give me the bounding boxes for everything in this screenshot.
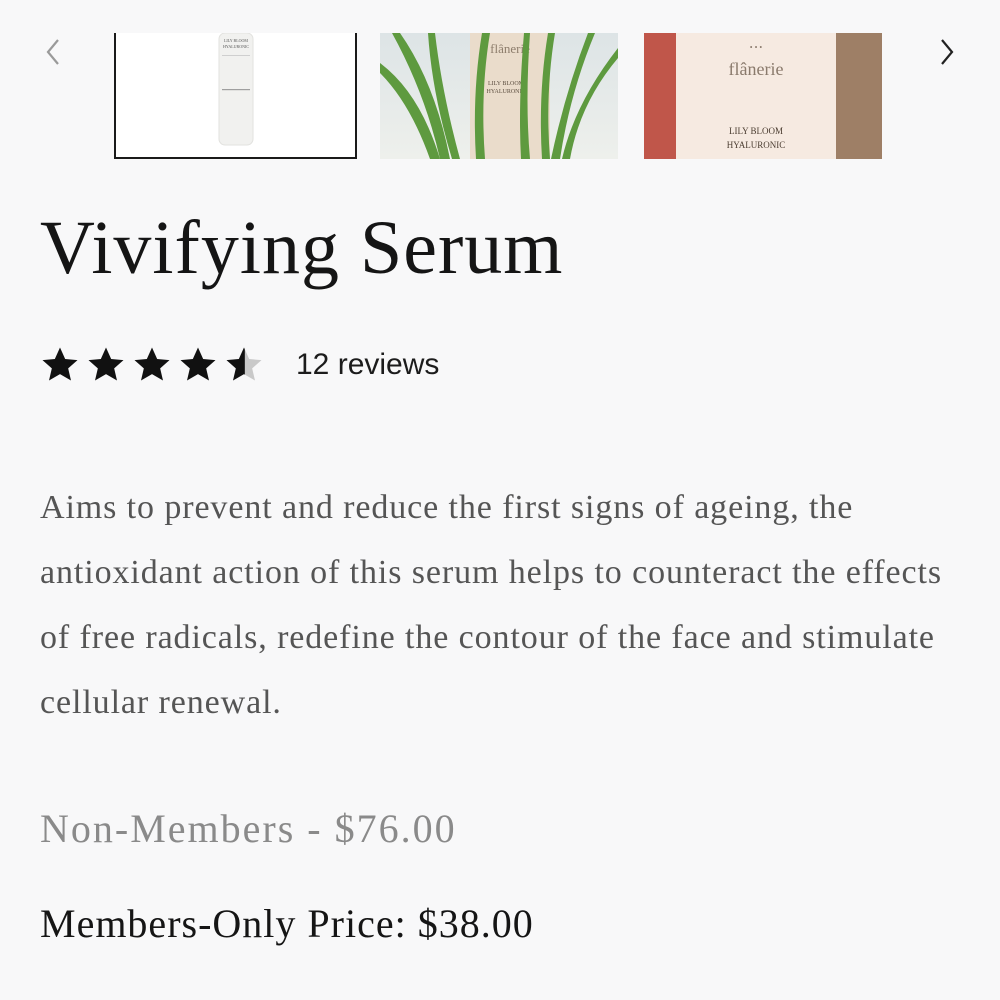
thumbnail-1[interactable]: LILY BLOOM HYALURONIC [114, 33, 357, 159]
carousel-prev-button[interactable] [38, 30, 68, 74]
thumbnail-3[interactable]: • • • flânerie LILY BLOOM HYALURONIC [644, 33, 882, 159]
thumb1-label-1: LILY BLOOM [224, 38, 248, 43]
thumb1-label-2: HYALURONIC [223, 44, 249, 49]
chevron-right-icon [941, 39, 954, 65]
product-title: Vivifying Serum [40, 206, 564, 290]
svg-text:• • •: • • • [750, 43, 763, 52]
price-non-members: Non-Members - $76.00 [40, 806, 457, 851]
carousel-next-button[interactable] [932, 30, 962, 74]
product-rating[interactable]: 12 reviews [40, 340, 439, 390]
chevron-left-icon [46, 39, 59, 65]
star-icon [88, 347, 124, 381]
thumb3-brand: flânerie [729, 59, 784, 79]
price-members-only: Members-Only Price: $38.00 [40, 901, 534, 946]
star-icon [180, 347, 216, 381]
thumbnail-2-image: flânerie LILY BLOOM HYALURONIC [380, 33, 618, 159]
thumbnail-3-image: • • • flânerie LILY BLOOM HYALURONIC [644, 33, 882, 159]
star-icon [134, 347, 170, 381]
star-half-icon [226, 347, 262, 381]
thumb2-label-1: LILY BLOOM [488, 81, 525, 87]
thumb3-label-2: HYALURONIC [727, 140, 786, 150]
thumb2-label-2: HYALURONIC [487, 89, 526, 95]
thumb3-label-1: LILY BLOOM [729, 126, 783, 136]
reviews-count-link[interactable]: 12 reviews [296, 348, 439, 382]
star-icon [42, 347, 78, 381]
thumbnail-1-image: LILY BLOOM HYALURONIC [116, 33, 355, 157]
rating-stars [40, 345, 270, 385]
product-description: Aims to prevent and reduce the first sig… [40, 489, 942, 721]
thumbnail-2[interactable]: flânerie LILY BLOOM HYALURONIC [380, 33, 618, 159]
product-image-carousel: LILY BLOOM HYALURONIC flânerie LILY BLOO… [0, 0, 1000, 170]
